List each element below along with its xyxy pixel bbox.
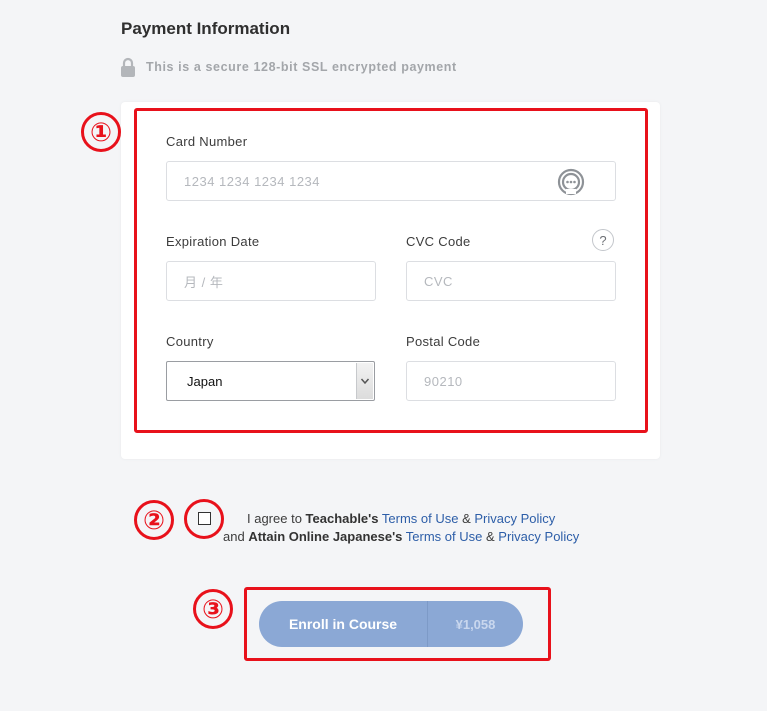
privacy-link-2[interactable]: Privacy Policy (498, 529, 579, 544)
cvc-placeholder: CVC (424, 273, 453, 289)
postal-placeholder: 90210 (424, 373, 463, 389)
card-number-placeholder: 1234 1234 1234 1234 (184, 173, 321, 189)
expiration-input[interactable]: 月 / 年 (166, 261, 376, 301)
agree-checkbox[interactable] (198, 512, 211, 525)
amp-1: & (462, 511, 471, 526)
lock-icon (120, 57, 136, 77)
terms-link-1[interactable]: Terms of Use (382, 511, 459, 526)
postal-label: Postal Code (406, 334, 481, 349)
terms-link-2[interactable]: Terms of Use (406, 529, 483, 544)
chevron-down-icon[interactable] (356, 363, 373, 399)
card-number-label: Card Number (166, 134, 248, 149)
postal-code-input[interactable]: 90210 (406, 361, 616, 401)
agreement-line-1: I agree to Teachable's Terms of Use & Pr… (247, 511, 555, 526)
agree-org-1: Teachable's (305, 511, 379, 526)
expiration-placeholder: 月 / 年 (184, 274, 224, 290)
annotation-number-2: ② (134, 500, 174, 540)
enroll-label: Enroll in Course (259, 601, 428, 647)
agreement-line-2: and Attain Online Japanese's Terms of Us… (223, 529, 579, 544)
amp-2: & (486, 529, 495, 544)
expiration-label: Expiration Date (166, 234, 260, 249)
secure-notice: This is a secure 128-bit SSL encrypted p… (120, 57, 457, 77)
agree-prefix-2: and (223, 529, 249, 544)
country-value: Japan (187, 373, 223, 389)
enroll-button[interactable]: Enroll in Course ¥1,058 (259, 601, 523, 647)
enroll-price: ¥1,058 (455, 616, 496, 632)
cvc-input[interactable]: CVC (406, 261, 616, 301)
card-brand-icon (557, 168, 585, 196)
cvc-label: CVC Code (406, 234, 471, 249)
agree-prefix-1: I agree to (247, 511, 306, 526)
secure-text: This is a secure 128-bit SSL encrypted p… (146, 60, 457, 74)
country-select[interactable]: Japan (166, 361, 375, 401)
card-number-input[interactable]: 1234 1234 1234 1234 (166, 161, 616, 201)
annotation-number-3: ③ (193, 589, 233, 629)
annotation-number-1: ① (81, 112, 121, 152)
privacy-link-1[interactable]: Privacy Policy (474, 511, 555, 526)
page-title: Payment Information (121, 19, 291, 38)
help-icon[interactable]: ? (592, 229, 614, 251)
country-label: Country (166, 334, 214, 349)
agree-org-2: Attain Online Japanese's (248, 529, 403, 544)
